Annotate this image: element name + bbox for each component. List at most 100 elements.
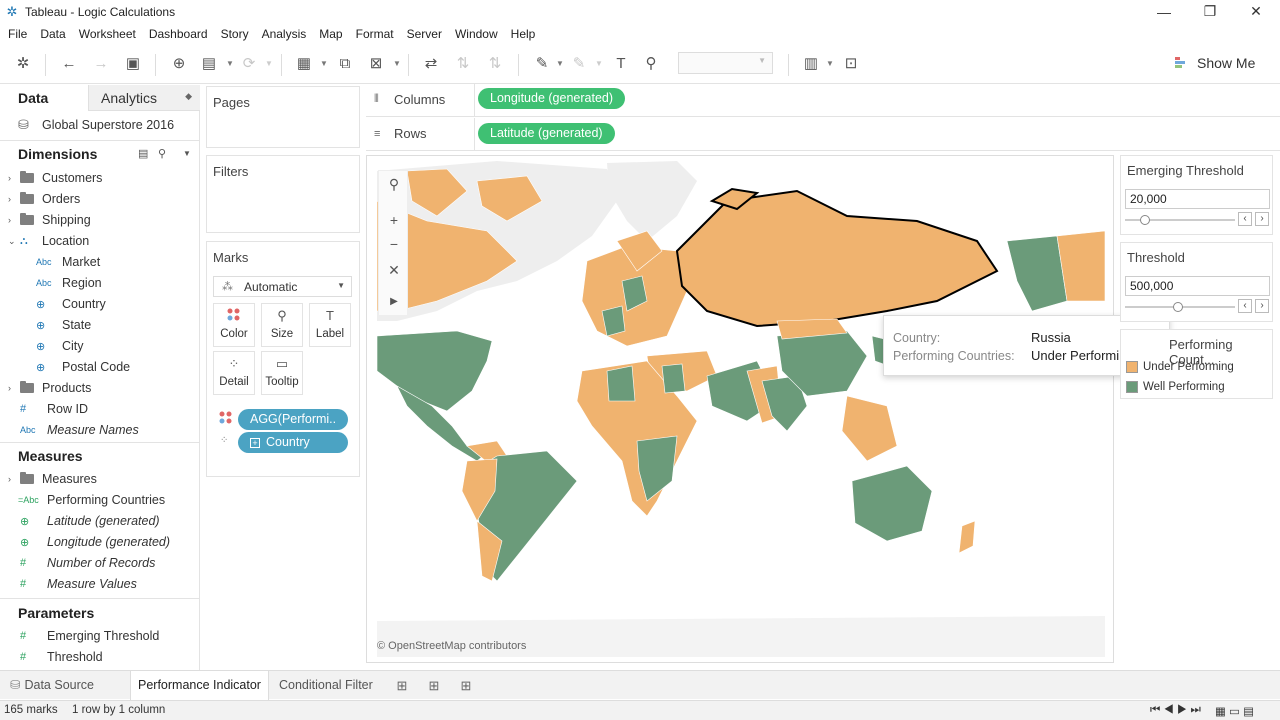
field-location[interactable]: ⌄ ⛬ Location <box>8 231 89 251</box>
new-worksheet-icon[interactable]: ▦ <box>293 54 315 74</box>
mark-type-dropdown[interactable]: ⁂ Automatic ▼ <box>213 276 352 297</box>
slider-knob[interactable] <box>1172 302 1183 312</box>
field-products[interactable]: › Products <box>8 378 91 398</box>
new-data-source-icon[interactable]: ⊕ <box>168 54 190 74</box>
show-cards-icon[interactable]: ▥ <box>800 54 822 74</box>
marks-pill-color[interactable]: AGG(Performi.. <box>238 409 348 430</box>
sheet-view-icons[interactable]: ▦ ▭ ▤ <box>1215 704 1254 718</box>
field-country[interactable]: ⊕ Country <box>36 294 106 314</box>
menu-file[interactable]: File <box>8 27 27 41</box>
map-search-icon[interactable]: ⚲ <box>379 173 409 195</box>
step-left-icon[interactable]: ‹ <box>1238 299 1252 313</box>
chevron-down-icon[interactable]: ▼ <box>183 149 191 158</box>
field-customers[interactable]: › Customers <box>8 168 102 188</box>
emerging-threshold-input[interactable] <box>1125 189 1270 209</box>
presentation-mode-icon[interactable]: ⊡ <box>840 54 862 74</box>
chevron-down-icon[interactable]: ▼ <box>595 54 603 74</box>
menu-format[interactable]: Format <box>356 27 394 41</box>
field-orders[interactable]: › Orders <box>8 189 80 209</box>
field-postal-code[interactable]: ⊕ Postal Code <box>36 357 130 377</box>
show-mark-labels-icon[interactable]: T <box>610 54 632 74</box>
zoom-out-icon[interactable]: − <box>379 233 409 255</box>
field-number-of-records[interactable]: # Number of Records <box>20 553 155 573</box>
menu-analysis[interactable]: Analysis <box>262 27 307 41</box>
save-icon[interactable]: ▣ <box>122 54 144 74</box>
menu-server[interactable]: Server <box>407 27 442 41</box>
fix-axes-icon[interactable]: ⚲ <box>640 54 662 74</box>
field-shipping[interactable]: › Shipping <box>8 210 91 230</box>
expand-tools-icon[interactable]: ▶ <box>379 291 409 313</box>
data-source[interactable]: ⛁ Global Superstore 2016 <box>18 117 174 133</box>
marks-tooltip-button[interactable]: ▭ Tooltip <box>261 351 303 395</box>
search-icon[interactable]: ⚲ <box>158 147 166 160</box>
refresh-icon[interactable]: ⟳ <box>238 54 260 74</box>
rows-pill[interactable]: Latitude (generated) <box>478 123 615 144</box>
world-map[interactable] <box>377 161 1105 657</box>
duplicate-sheet-icon[interactable]: ⧉ <box>334 54 356 74</box>
sort-ascending-icon[interactable]: ⇅ <box>452 54 474 74</box>
show-me-button[interactable]: Show Me <box>1175 53 1255 73</box>
redo-icon[interactable]: → <box>90 54 112 74</box>
sheet-nav-arrows-icon[interactable]: ⏮ ◀ ▶ ⏭ <box>1150 704 1201 717</box>
marks-label-button[interactable]: T Label <box>309 303 351 347</box>
restore-button[interactable]: ❐ <box>1187 0 1233 23</box>
new-dashboard-icon[interactable]: ⊞ <box>426 678 442 694</box>
step-right-icon[interactable]: › <box>1255 299 1269 313</box>
filters-card[interactable]: Filters <box>206 155 360 233</box>
marks-pill-detail[interactable]: + Country <box>238 432 348 453</box>
chevron-down-icon[interactable]: ▼ <box>265 54 273 74</box>
close-button[interactable]: ✕ <box>1233 0 1279 23</box>
fit-dropdown[interactable]: ▼ <box>678 52 773 74</box>
new-worksheet-icon[interactable]: ⊞ <box>394 678 410 694</box>
group-members-icon[interactable]: ✎ <box>568 54 590 74</box>
marks-size-button[interactable]: ⚲ Size <box>261 303 303 347</box>
chevron-down-icon[interactable]: ▼ <box>556 54 564 74</box>
tab-analytics[interactable]: Analytics ◆ <box>88 85 200 111</box>
menu-help[interactable]: Help <box>511 27 536 41</box>
field-emerging-threshold[interactable]: # Emerging Threshold <box>20 626 159 646</box>
menu-dashboard[interactable]: Dashboard <box>149 27 208 41</box>
country-algeria[interactable] <box>606 365 636 402</box>
tab-performance-indicator[interactable]: Performance Indicator <box>130 671 269 700</box>
map-view[interactable]: © OpenStreetMap contributors <box>366 155 1114 663</box>
tab-conditional-filter[interactable]: Conditional Filter <box>272 671 380 700</box>
clear-sheet-icon[interactable]: ⊠ <box>365 54 387 74</box>
step-left-icon[interactable]: ‹ <box>1238 212 1252 226</box>
field-threshold[interactable]: # Threshold <box>20 647 103 667</box>
threshold-input[interactable] <box>1125 276 1270 296</box>
zoom-in-icon[interactable]: + <box>379 209 409 231</box>
field-region[interactable]: Abc Region <box>36 273 102 293</box>
tab-data-source[interactable]: ⛁ Data Source <box>3 671 101 700</box>
legend-item-under[interactable]: Under Performing <box>1126 361 1234 373</box>
view-list-icon[interactable]: ▤ <box>138 147 148 160</box>
tab-data[interactable]: Data <box>18 90 48 106</box>
field-measure-values[interactable]: # Measure Values <box>20 574 137 594</box>
menu-data[interactable]: Data <box>40 27 65 41</box>
tableau-start-icon[interactable]: ✲ <box>12 54 34 74</box>
legend-item-well[interactable]: Well Performing <box>1126 381 1225 393</box>
field-city[interactable]: ⊕ City <box>36 336 84 356</box>
field-market[interactable]: Abc Market <box>36 252 100 272</box>
field-longitude-generated[interactable]: ⊕ Longitude (generated) <box>20 532 170 552</box>
chevron-down-icon[interactable]: ▼ <box>320 54 328 74</box>
menu-map[interactable]: Map <box>319 27 342 41</box>
slider-knob[interactable] <box>1139 215 1150 225</box>
step-right-icon[interactable]: › <box>1255 212 1269 226</box>
field-state[interactable]: ⊕ State <box>36 315 91 335</box>
columns-pill[interactable]: Longitude (generated) <box>478 88 626 109</box>
pages-card[interactable]: Pages <box>206 86 360 148</box>
marks-detail-button[interactable]: ⁘ Detail <box>213 351 255 395</box>
highlight-icon[interactable]: ✎ <box>531 54 553 74</box>
sort-descending-icon[interactable]: ⇅ <box>484 54 506 74</box>
undo-icon[interactable]: ← <box>58 54 80 74</box>
field-performing-countries[interactable]: =Abc Performing Countries <box>18 490 165 510</box>
chevron-down-icon[interactable]: ▼ <box>826 54 834 74</box>
country-egypt[interactable] <box>661 363 686 394</box>
chevron-down-icon[interactable]: ▼ <box>226 54 234 74</box>
swap-rows-columns-icon[interactable]: ⇄ <box>420 54 442 74</box>
reset-map-icon[interactable]: ✕ <box>379 259 409 281</box>
field-measures-folder[interactable]: › Measures <box>8 469 97 489</box>
minimize-button[interactable]: — <box>1141 0 1187 23</box>
field-row-id[interactable]: # Row ID <box>20 399 88 419</box>
chevron-down-icon[interactable]: ▼ <box>393 54 401 74</box>
